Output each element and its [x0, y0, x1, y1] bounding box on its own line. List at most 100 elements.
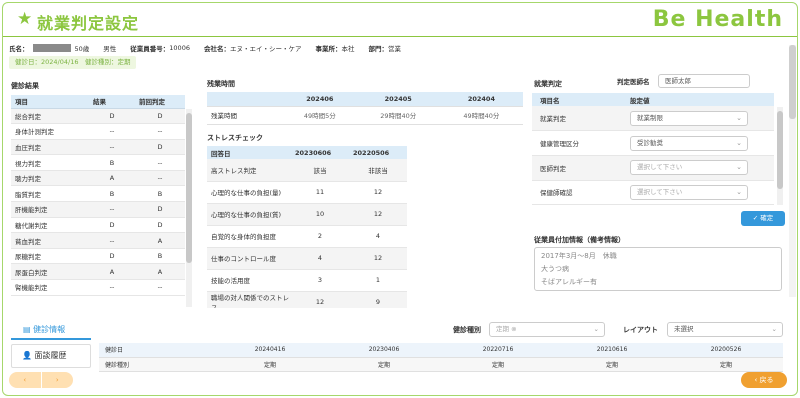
history-date: 20210616 [555, 343, 669, 358]
results-row: 総合判定 D D [11, 108, 185, 125]
result-value: -- [89, 139, 135, 156]
result-item: 聴力判定 [11, 170, 89, 187]
be-health-logo: Be Health [652, 7, 783, 32]
stress-table: 回答日 20230606 20220506 高ストレス判定 該当 非該当 心理的な仕事… [207, 146, 407, 308]
history-type: 定期 [327, 357, 441, 372]
judgement-scroll-thumb[interactable] [777, 111, 783, 189]
stress-value-1: 3 [291, 269, 349, 292]
result-prev: -- [135, 279, 185, 296]
result-prev: -- [135, 170, 185, 187]
chevron-down-icon: ⌄ [771, 325, 777, 333]
overtime-col-2: 202405 [356, 92, 440, 107]
next-button[interactable]: › [42, 372, 74, 388]
judgement-scrollbar[interactable] [777, 107, 783, 205]
judgement-row: 医師判定 選択して下さい ⌄ [532, 155, 774, 181]
history-type: 定期 [213, 357, 327, 372]
stress-row: 自覚的な身体的負担度 2 4 [207, 225, 407, 248]
clear-icon[interactable]: ⊗ [511, 325, 516, 333]
col-item: 項目 [11, 95, 89, 109]
memo-textarea[interactable]: 2017年3月～8月 休職 大うつ病 そばアレルギー有 [534, 247, 782, 291]
chevron-down-icon: ⌄ [736, 138, 742, 147]
chevron-down-icon: ⌄ [593, 325, 599, 333]
stress-row: 心理的な仕事の負担(質) 10 12 [207, 203, 407, 226]
result-value: B [89, 185, 135, 203]
stress-panel[interactable]: 回答日 20230606 20220506 高ストレス判定 該当 非該当 心理的な仕事… [207, 146, 535, 308]
result-item: 肝機能判定 [11, 201, 89, 218]
judgement-panel[interactable]: 項目名 設定値 就業判定 就業制限 ⌄ 健康管理区分 受診勧奨 ⌄ 医師判定 選択して下さい ⌄… [532, 93, 784, 205]
employee-info: 氏名： 50歳 男性 従業員番号： 10006 会社名： エヌ・エイ・シー・ケア… [9, 43, 401, 53]
chevron-down-icon: ⌄ [736, 163, 742, 172]
judgement-table: 項目名 設定値 就業判定 就業制限 ⌄ 健康管理区分 受診勧奨 ⌄ 医師判定 選択して下さい ⌄… [532, 93, 774, 205]
prev-button[interactable]: ‹ [9, 372, 41, 388]
company-name: エヌ・エイ・シー・ケア [229, 45, 302, 53]
dept-label: 部門： [368, 45, 388, 53]
history-type: 定期 [441, 357, 555, 372]
result-item: 尿蛋白判定 [11, 263, 89, 281]
history-type-label: 健診種別 [99, 357, 213, 372]
header-divider [3, 36, 797, 37]
results-row: 糖代謝判定 D D [11, 217, 185, 234]
results-row: 肝機能判定 -- D [11, 201, 185, 218]
office-label: 事業所： [315, 45, 342, 53]
history-date: 20240416 [213, 343, 327, 358]
judgement-row: 健康管理区分 受診勧奨 ⌄ [532, 130, 774, 156]
judgement-select[interactable]: 就業制限 ⌄ [630, 110, 748, 126]
person-icon: 👤 [22, 351, 35, 360]
result-prev: D [135, 201, 185, 218]
page-scrollbar[interactable] [789, 45, 796, 297]
stress-col-date: 回答日 [207, 146, 291, 159]
overtime-row-label: 残業時間 [207, 106, 283, 125]
result-value: D [89, 108, 135, 125]
back-button[interactable]: ‹ 戻る [741, 372, 787, 388]
stress-value-1: 11 [291, 181, 349, 204]
judgement-row: 就業判定 就業制限 ⌄ [532, 106, 774, 132]
checkup-type-value: 定期 [496, 325, 509, 333]
results-row: 脂質判定 B B [11, 185, 185, 203]
confirm-button[interactable]: ✓ 確定 [741, 211, 785, 226]
stress-item: 仕事のコントロール度 [207, 247, 291, 270]
tab-interview-history[interactable]: 👤 面談履歴 [11, 344, 91, 368]
stress-item: 高ストレス判定 [207, 159, 291, 182]
result-prev: -- [135, 154, 185, 171]
results-row: 血圧判定 -- D [11, 139, 185, 156]
header: ★ 就業判定設定 Be Health [3, 3, 797, 37]
overtime-col-blank [207, 92, 283, 107]
overtime-value-2: 29時間40分 [356, 106, 440, 125]
tab-checkup-info[interactable]: ▤ 健診情報 [11, 320, 91, 340]
stress-item: 職場の対人関係でのストレス [207, 291, 291, 308]
results-table: 項目 結果 前回判定 総合判定 D D 身体計測判定 -- -- 血圧判定 -- D 視力判定 B -… [11, 95, 185, 296]
overtime-value-1: 49時間5分 [283, 106, 357, 125]
layout-select[interactable]: 未選択 ⌄ [667, 322, 783, 337]
stress-row: 高ストレス判定 該当 非該当 [207, 159, 407, 182]
stress-col-1: 20230606 [291, 146, 349, 159]
results-row: 尿糖判定 D B [11, 248, 185, 265]
judgement-select[interactable]: 選択して下さい ⌄ [630, 184, 748, 200]
judgement-select-value: 選択して下さい [637, 187, 683, 196]
page-scroll-thumb[interactable] [789, 45, 796, 119]
results-scroll-thumb[interactable] [186, 113, 192, 263]
stress-item: 自覚的な身体的負担度 [207, 225, 291, 248]
judgement-cell: 受診勧奨 ⌄ [622, 130, 774, 156]
result-prev: B [135, 248, 185, 265]
results-scrollbar[interactable] [186, 109, 192, 307]
result-prev: -- [135, 123, 185, 140]
results-title: 健診結果 [11, 82, 39, 90]
doctor-name-field[interactable]: 医師太郎 [658, 74, 750, 88]
office-name: 本社 [341, 45, 355, 53]
result-item: 腎機能判定 [11, 279, 89, 296]
result-prev: D [135, 108, 185, 125]
stress-value-2: 4 [349, 225, 407, 248]
results-panel[interactable]: 項目 結果 前回判定 総合判定 D D 身体計測判定 -- -- 血圧判定 -- D 視力判定 B -… [11, 95, 193, 307]
judgement-item: 就業判定 [532, 106, 622, 132]
result-prev: D [135, 217, 185, 234]
stress-row: 技能の活用度 3 1 [207, 269, 407, 292]
judgement-select[interactable]: 選択して下さい ⌄ [630, 160, 748, 176]
col-prev: 前回判定 [135, 95, 185, 109]
checkup-type-select[interactable]: 定期 ⊗ ⌄ [489, 322, 605, 337]
judgement-col-value: 設定値 [622, 93, 774, 106]
judgement-row: 保健師確認 選択して下さい ⌄ [532, 180, 774, 205]
result-prev: D [135, 139, 185, 156]
judgement-select[interactable]: 受診勧奨 ⌄ [630, 135, 748, 151]
overtime-value-3: 49時間40分 [439, 106, 523, 125]
judgement-item: 医師判定 [532, 155, 622, 181]
